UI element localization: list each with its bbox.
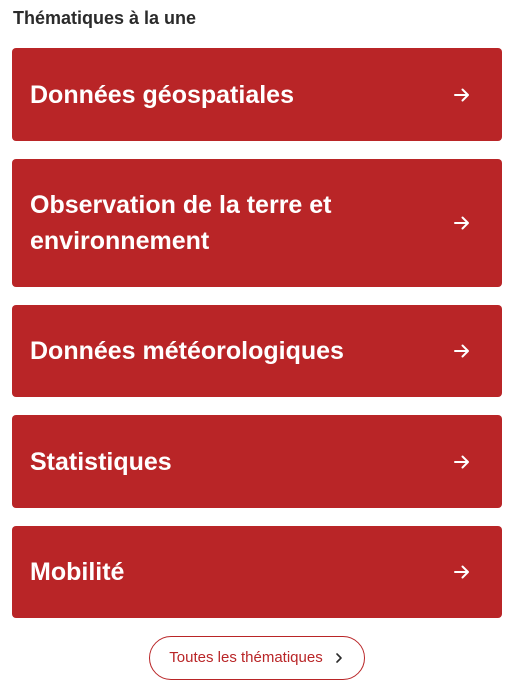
theme-card-donnees-meteorologiques[interactable]: Données météorologiques	[12, 305, 502, 397]
card-label: Données géospatiales	[30, 80, 294, 109]
theme-card-observation-terre[interactable]: Observation de la terre et environnement	[12, 159, 502, 287]
all-themes-button[interactable]: Toutes les thématiques	[149, 636, 365, 680]
arrow-right-icon	[452, 85, 472, 105]
card-label: Mobilité	[30, 558, 125, 586]
all-themes-label: Toutes les thématiques	[169, 649, 323, 666]
theme-card-mobilite[interactable]: Mobilité	[12, 526, 502, 618]
section-title: Thématiques à la une	[13, 8, 197, 28]
theme-card-donnees-geospatiales[interactable]: Données géospatiales	[12, 48, 502, 141]
arrow-right-icon	[452, 213, 472, 233]
card-label: Statistiques	[30, 447, 172, 476]
arrow-right-icon	[452, 341, 472, 361]
chevron-right-icon	[333, 652, 345, 664]
theme-card-statistiques[interactable]: Statistiques	[12, 415, 502, 508]
card-label: Données météorologiques	[30, 337, 344, 365]
arrow-right-icon	[452, 562, 472, 582]
arrow-right-icon	[452, 452, 472, 472]
card-label: Observation de la terre et environnement	[30, 191, 332, 255]
